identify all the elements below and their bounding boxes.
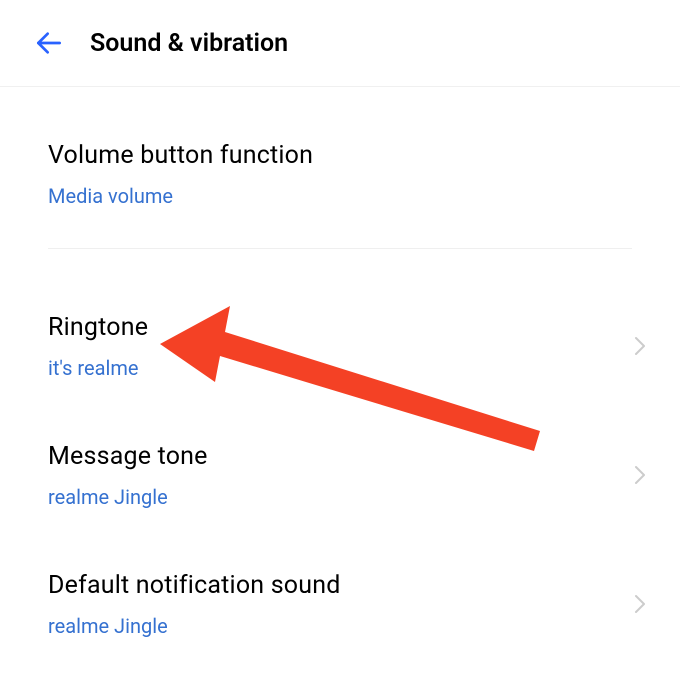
header-bar: Sound & vibration — [0, 0, 680, 87]
item-value: realme Jingle — [48, 485, 632, 509]
message-tone-item[interactable]: Message tone realme Jingle — [48, 428, 632, 525]
ringtone-item[interactable]: Ringtone it's realme — [48, 299, 632, 396]
item-title: Message tone — [48, 442, 632, 471]
item-value: Media volume — [48, 184, 632, 208]
item-title: Ringtone — [48, 313, 632, 342]
chevron-right-icon — [632, 592, 648, 620]
back-arrow-icon — [33, 27, 65, 59]
content-area: Volume button function Media volume Ring… — [0, 87, 680, 654]
default-notification-item[interactable]: Default notification sound realme Jingle — [48, 557, 632, 654]
item-title: Default notification sound — [48, 571, 632, 600]
chevron-right-icon — [632, 334, 648, 362]
item-value: it's realme — [48, 356, 632, 380]
back-button[interactable] — [30, 24, 68, 62]
volume-button-function-item[interactable]: Volume button function Media volume — [48, 87, 632, 249]
tones-section: Ringtone it's realme Message tone realme… — [48, 249, 632, 654]
page-title: Sound & vibration — [90, 29, 288, 58]
item-title: Volume button function — [48, 141, 632, 170]
chevron-right-icon — [632, 463, 648, 491]
item-value: realme Jingle — [48, 614, 632, 638]
